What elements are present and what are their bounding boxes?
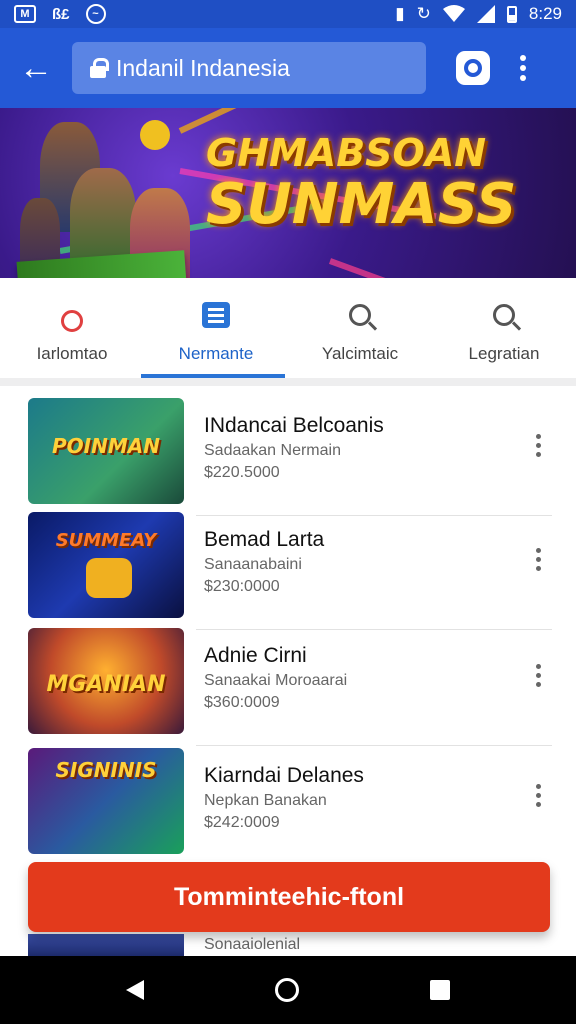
section-divider <box>0 378 576 386</box>
status-right-icons: ▮ ↻ 8:29 <box>395 4 562 24</box>
vibrate-icon: ▮ <box>395 4 405 23</box>
tab-label: Legratian <box>468 344 540 363</box>
url-text: Indanil Indanesia <box>116 54 290 81</box>
tab-label: Nermante <box>178 344 254 363</box>
record-icon <box>57 300 87 332</box>
system-nav-bar <box>0 956 576 1024</box>
item-title: INdancai Belcoanis <box>204 414 384 437</box>
clock: 8:29 <box>528 4 562 23</box>
list-item[interactable]: POINMAN INdancai Belcoanis Sadaakan Nerm… <box>0 398 576 516</box>
promo-banner[interactable]: GHMABSOAN SUNMASS <box>0 108 576 278</box>
tab-label: Yalcimtaic <box>321 344 399 363</box>
game-thumbnail: SUMMEAY <box>28 512 184 618</box>
game-thumbnail: POINMAN <box>28 398 184 504</box>
tab-bar: Iarlomtao Nermante Yalcimtaic Legratian <box>0 278 576 378</box>
tab-yalcimtaic[interactable]: Yalcimtaic <box>288 278 432 378</box>
banner-title-line2: SUNMASS <box>206 171 517 237</box>
gamepad-icon <box>86 558 132 598</box>
game-thumbnail <box>28 934 184 956</box>
wifi-icon <box>442 5 465 22</box>
list-icon <box>201 300 231 330</box>
item-subtitle: Sadaakan Nermain <box>204 442 341 459</box>
overflow-menu-icon[interactable] <box>520 55 526 81</box>
game-thumbnail: SIGNINIS <box>28 748 184 854</box>
thumbnail-title: POINMAN <box>52 434 160 458</box>
item-title: Adnie Cirni <box>204 644 307 667</box>
item-title: Kiarndai Delanes <box>204 764 364 787</box>
banner-title-line1: GHMABSOAN <box>206 131 487 175</box>
more-options-icon[interactable] <box>536 664 541 687</box>
item-price: $230:0000 <box>204 578 280 595</box>
search-icon <box>489 300 519 330</box>
sim-icon: ß£ <box>52 5 70 23</box>
home-circle-icon[interactable] <box>274 978 299 1002</box>
more-options-icon[interactable] <box>536 784 541 807</box>
address-bar[interactable]: Indanil Indanesia <box>72 42 426 94</box>
tab-iarlomtao[interactable]: Iarlomtao <box>0 278 144 378</box>
item-price: $360:0009 <box>204 694 280 711</box>
lock-icon <box>90 58 109 78</box>
search-icon <box>345 300 375 330</box>
item-subtitle: Sanaakai Moroaarai <box>204 672 348 689</box>
item-subtitle: Sanaanabaini <box>204 556 302 573</box>
tab-legratian[interactable]: Legratian <box>432 278 576 378</box>
row-divider <box>196 745 552 746</box>
back-triangle-icon[interactable] <box>125 980 144 1000</box>
list-item[interactable]: MGANIAN Adnie Cirni Sanaakai Moroaarai $… <box>0 628 576 746</box>
sync-icon: ↻ <box>416 4 431 23</box>
item-title: Bemad Larta <box>204 528 325 551</box>
item-subtitle: Sonaaiolenial <box>204 936 301 953</box>
messenger-icon: ~ <box>85 4 106 24</box>
item-subtitle: Nepkan Banakan <box>204 792 327 809</box>
back-arrow-icon[interactable]: ← <box>0 28 72 108</box>
recents-square-icon[interactable] <box>430 980 451 1000</box>
browser-toolbar: ← Indanil Indanesia <box>0 28 576 108</box>
thumbnail-title: SUMMEAY <box>55 530 157 551</box>
smiley-ball-icon <box>140 120 170 150</box>
battery-icon <box>506 5 517 23</box>
more-options-icon[interactable] <box>536 548 541 571</box>
item-price: $242:0009 <box>204 814 280 831</box>
signal-icon <box>476 5 495 23</box>
camera-icon[interactable] <box>456 51 490 85</box>
list-item[interactable]: SUMMEAY Bemad Larta Sanaanabaini $230:00… <box>0 512 576 630</box>
list-item[interactable]: SIGNINIS Kiarndai Delanes Nepkan Banakan… <box>0 748 576 866</box>
more-options-icon[interactable] <box>536 434 541 457</box>
tab-label: Iarlomtao <box>36 344 108 363</box>
tab-nermante[interactable]: Nermante <box>144 278 288 378</box>
gmail-icon: M <box>14 5 36 23</box>
thumbnail-title: SIGNINIS <box>55 758 157 782</box>
status-left-icons: M ß£ ~ <box>14 4 106 24</box>
item-price: $220.5000 <box>204 464 280 481</box>
thumbnail-title: MGANIAN <box>46 672 166 697</box>
game-thumbnail: MGANIAN <box>28 628 184 734</box>
banner-title: GHMABSOAN SUNMASS <box>206 131 576 237</box>
cta-button[interactable]: Tomminteehic-ftonl <box>28 862 550 932</box>
status-bar: M ß£ ~ ▮ ↻ 8:29 <box>0 0 576 28</box>
